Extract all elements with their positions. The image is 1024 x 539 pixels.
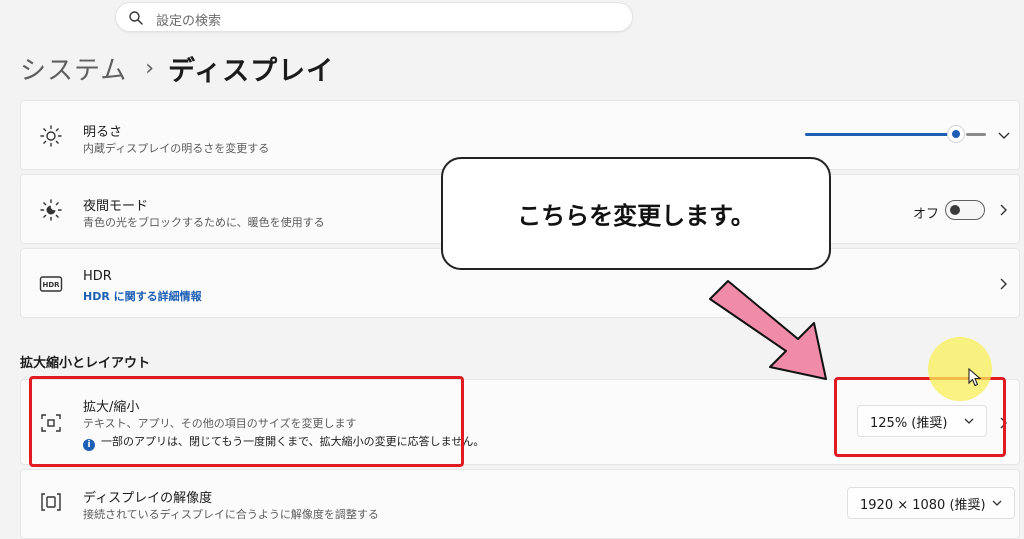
- search-icon: [129, 11, 143, 25]
- breadcrumb-system[interactable]: システム: [20, 50, 127, 87]
- brightness-slider-track[interactable]: [805, 133, 951, 136]
- brightness-description: 内蔵ディスプレイの明るさを変更する: [83, 142, 270, 155]
- svg-text:HDR: HDR: [42, 281, 60, 289]
- resolution-icon: [41, 493, 61, 511]
- search-box[interactable]: 設定の検索: [115, 2, 633, 32]
- page-title: ディスプレイ: [168, 55, 335, 87]
- resolution-dropdown[interactable]: 1920 × 1080 (推奨): [847, 487, 1015, 519]
- mouse-cursor-icon: [968, 368, 982, 387]
- hdr-icon: HDR: [39, 276, 63, 292]
- hdr-info-link[interactable]: HDR に関する詳細情報: [83, 288, 202, 304]
- breadcrumb: システム › ディスプレイ: [20, 50, 335, 87]
- search-placeholder: 設定の検索: [156, 14, 222, 29]
- pointer-arrow: [709, 280, 827, 380]
- breadcrumb-separator: ›: [145, 55, 155, 81]
- night-light-icon: [40, 199, 62, 221]
- night-light-title: 夜間モード: [83, 199, 149, 214]
- section-title: 拡大縮小とレイアウト: [20, 356, 151, 371]
- chevron-right-icon[interactable]: [999, 203, 1009, 217]
- night-light-description: 青色の光をブロックするために、暖色を使用する: [83, 216, 325, 229]
- resolution-row: ディスプレイの解像度 接続されているディスプレイに合うように解像度を調整する 1…: [20, 469, 1020, 539]
- resolution-description: 接続されているディスプレイに合うように解像度を調整する: [83, 508, 379, 521]
- cursor-highlight: [928, 337, 992, 401]
- callout-bubble: こちらを変更します。: [441, 157, 831, 270]
- resolution-title: ディスプレイの解像度: [83, 491, 213, 506]
- brightness-slider-rest[interactable]: [966, 133, 986, 136]
- hdr-title: HDR: [83, 269, 112, 284]
- brightness-title: 明るさ: [83, 125, 123, 140]
- night-light-toggle-label: オフ: [913, 207, 940, 222]
- resolution-value: 1920 × 1080 (推奨): [860, 497, 986, 513]
- brightness-slider-thumb[interactable]: [948, 126, 964, 142]
- sun-icon: [40, 125, 62, 147]
- chevron-down-icon[interactable]: [997, 131, 1011, 141]
- night-light-toggle[interactable]: [945, 200, 985, 220]
- highlight-scale-setting: [29, 376, 464, 467]
- chevron-down-icon: [992, 500, 1002, 506]
- chevron-right-icon[interactable]: [999, 277, 1009, 291]
